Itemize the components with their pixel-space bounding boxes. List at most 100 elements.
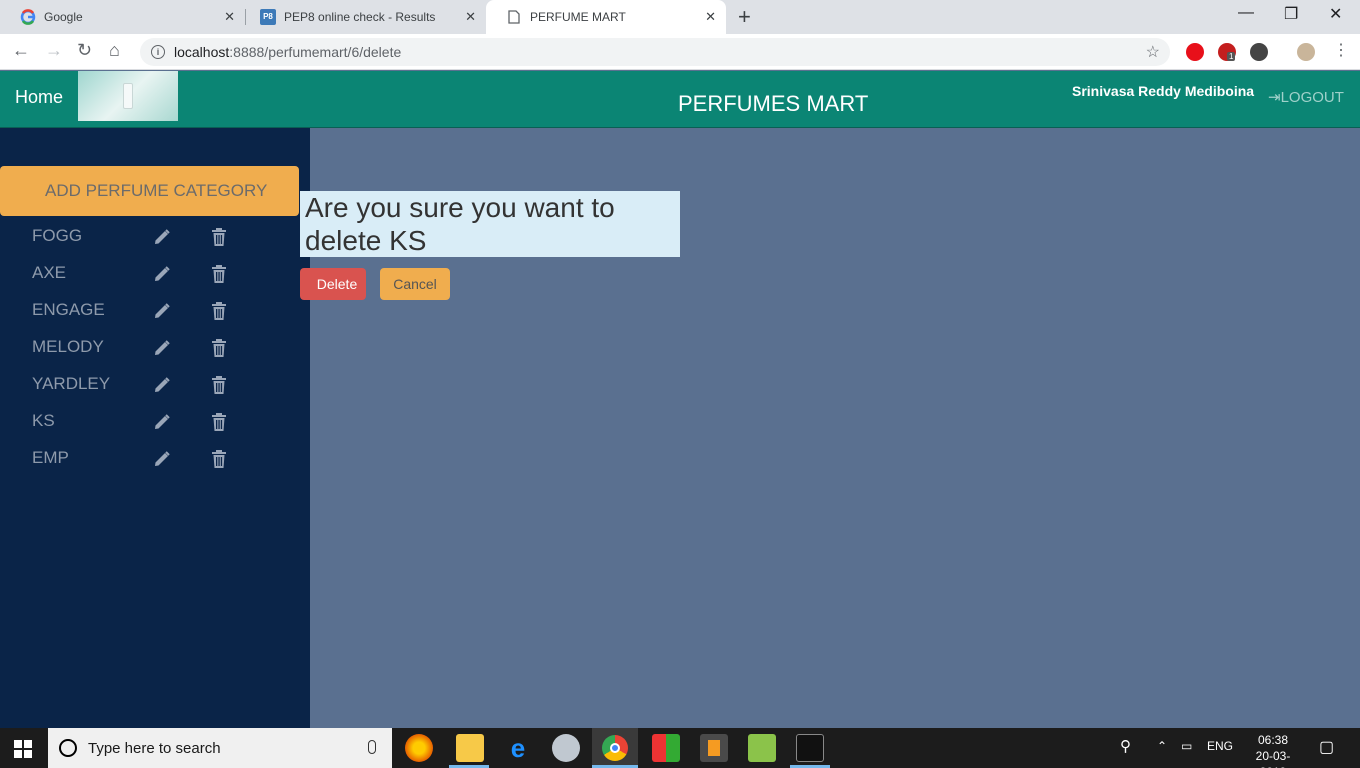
perfume-bottle-icon (123, 83, 133, 109)
browser-toolbar: ← → ↻ ⌂ i localhost:8888/perfumemart/6/d… (0, 34, 1360, 70)
category-name[interactable]: KS (32, 411, 55, 431)
trash-icon[interactable] (210, 375, 228, 395)
tab-title: Google (44, 10, 83, 24)
edit-pencil-icon[interactable] (153, 450, 171, 468)
category-row: AXE (0, 263, 310, 300)
user-name: Srinivasa Reddy Mediboina (1072, 83, 1255, 99)
category-name[interactable]: EMP (32, 448, 69, 468)
edit-pencil-icon[interactable] (153, 413, 171, 431)
tab-title: PERFUME MART (530, 10, 626, 24)
tab-pep8[interactable]: P8 PEP8 online check - Results ✕ (240, 0, 486, 34)
tab-perfume-mart[interactable]: PERFUME MART ✕ (486, 0, 726, 34)
page-icon (506, 9, 522, 25)
clock-time: 06:38 (1257, 733, 1289, 747)
category-row: MELODY (0, 337, 310, 374)
notepad-plus-icon[interactable] (748, 734, 776, 762)
reload-icon[interactable]: ↻ (77, 40, 92, 61)
close-icon[interactable]: ✕ (465, 9, 476, 25)
category-name[interactable]: ENGAGE (32, 300, 105, 320)
bookmark-star-icon[interactable]: ☆ (1146, 42, 1160, 62)
url-text: localhost:8888/perfumemart/6/delete (174, 44, 402, 60)
extension-icon[interactable] (1250, 43, 1268, 61)
trash-icon[interactable] (210, 412, 228, 432)
trash-icon[interactable] (210, 301, 228, 321)
trash-icon[interactable] (210, 227, 228, 247)
chrome-taskbar-button[interactable] (592, 728, 638, 768)
firefox-icon[interactable] (405, 734, 433, 762)
close-window-icon[interactable]: ✕ (1329, 4, 1342, 24)
sublime-text-icon[interactable] (700, 734, 728, 762)
category-row: YARDLEY (0, 374, 310, 411)
clock[interactable]: 06:38 20-03-2019 (1243, 732, 1303, 768)
tab-google[interactable]: Google ✕ (0, 0, 245, 34)
taskbar-search-input[interactable]: Type here to search (48, 728, 392, 768)
clock-date: 20-03-2019 (1255, 749, 1291, 768)
adblock-icon[interactable]: 1 (1218, 43, 1236, 61)
category-name[interactable]: AXE (32, 263, 66, 283)
logout-icon: ⇥ (1268, 89, 1281, 106)
command-prompt-icon[interactable] (796, 734, 824, 762)
opera-extension-icon[interactable] (1186, 43, 1204, 61)
category-row: FOGG (0, 226, 310, 263)
edit-pencil-icon[interactable] (153, 228, 171, 246)
profile-avatar[interactable] (1297, 43, 1315, 61)
trash-icon[interactable] (210, 264, 228, 284)
search-placeholder: Type here to search (88, 739, 221, 757)
address-bar[interactable]: i localhost:8888/perfumemart/6/delete ☆ (140, 38, 1170, 66)
confirm-line-1: Are you sure you want to (305, 192, 615, 223)
add-category-button[interactable]: ADD PERFUME CATEGORY (0, 166, 299, 216)
minimize-icon[interactable]: — (1238, 4, 1254, 22)
trash-icon[interactable] (210, 449, 228, 469)
edit-pencil-icon[interactable] (153, 302, 171, 320)
menu-dots-icon[interactable]: ⋮ (1333, 40, 1349, 60)
file-explorer-icon[interactable] (456, 734, 484, 762)
chrome-icon (602, 735, 628, 761)
people-icon[interactable]: ⚲ (1120, 737, 1131, 755)
trash-icon[interactable] (210, 338, 228, 358)
extension-badge: 1 (1227, 52, 1236, 61)
screen: Google ✕ P8 PEP8 online check - Results … (0, 0, 1360, 768)
paint-icon[interactable] (552, 734, 580, 762)
app-header: Home PERFUMES MART Srinivasa Reddy Medib… (0, 71, 1360, 128)
edit-pencil-icon[interactable] (153, 339, 171, 357)
battery-icon[interactable]: ▭ (1181, 739, 1192, 753)
edge-icon[interactable]: e (504, 734, 532, 762)
microphone-icon[interactable] (368, 740, 376, 754)
windows-taskbar: Type here to search e ⚲ ⌃ ▭ ENG 06:38 20… (0, 728, 1360, 768)
cortana-icon (59, 739, 77, 757)
info-icon[interactable]: i (151, 45, 165, 59)
home-icon[interactable]: ⌂ (109, 40, 120, 61)
language-indicator[interactable]: ENG (1207, 739, 1233, 753)
tab-title: PEP8 online check - Results (284, 10, 436, 24)
category-row: KS (0, 411, 310, 448)
category-name[interactable]: MELODY (32, 337, 104, 357)
windows-start-icon[interactable] (14, 740, 32, 758)
close-icon[interactable]: ✕ (705, 9, 716, 25)
category-row: ENGAGE (0, 300, 310, 337)
category-name[interactable]: FOGG (32, 226, 82, 246)
google-icon (20, 9, 36, 25)
restore-icon[interactable]: ❐ (1284, 4, 1298, 24)
confirm-line-2: delete KS (305, 225, 427, 256)
edit-pencil-icon[interactable] (153, 265, 171, 283)
back-icon[interactable]: ← (12, 40, 30, 61)
brand-logo[interactable] (78, 71, 178, 121)
winrar-icon[interactable] (652, 734, 680, 762)
confirm-message: Are you sure you want to delete KS (300, 191, 680, 257)
chevron-up-icon[interactable]: ⌃ (1157, 739, 1167, 753)
browser-tabstrip: Google ✕ P8 PEP8 online check - Results … (0, 0, 1360, 34)
pep8-icon: P8 (260, 9, 276, 25)
category-name[interactable]: YARDLEY (32, 374, 110, 394)
new-tab-icon[interactable]: + (738, 4, 751, 30)
home-link[interactable]: Home (15, 87, 63, 108)
category-row: EMP (0, 448, 310, 485)
page-title: PERFUMES MART (678, 91, 869, 116)
sidebar: ADD PERFUME CATEGORY FOGG AXE ENGAGE MELODY… (0, 128, 310, 728)
edit-pencil-icon[interactable] (153, 376, 171, 394)
delete-button[interactable]: Delete (300, 268, 366, 300)
logout-link[interactable]: ⇥LOGOUT (1268, 88, 1344, 106)
forward-icon[interactable]: → (45, 40, 63, 61)
close-icon[interactable]: ✕ (224, 9, 235, 25)
notifications-icon[interactable]: ▢ (1319, 737, 1334, 757)
cancel-button[interactable]: Cancel (380, 268, 450, 300)
